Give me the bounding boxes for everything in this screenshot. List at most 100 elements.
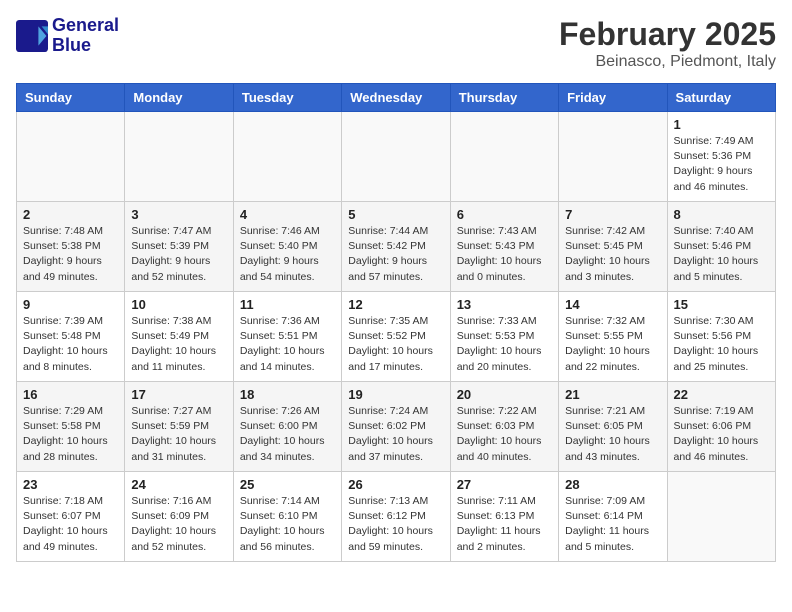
table-row: 16 Sunrise: 7:29 AM Sunset: 5:58 PM Dayli… xyxy=(17,382,125,472)
day-number: 12 xyxy=(348,297,443,312)
month-year: February 2025 xyxy=(559,16,776,53)
table-row: 13 Sunrise: 7:33 AM Sunset: 5:53 PM Dayli… xyxy=(450,292,558,382)
calendar-week-1: 1 Sunrise: 7:49 AM Sunset: 5:36 PM Daylig… xyxy=(17,112,776,202)
day-number: 2 xyxy=(23,207,118,222)
col-thursday: Thursday xyxy=(450,84,558,112)
day-info: Sunrise: 7:18 AM Sunset: 6:07 PM Dayligh… xyxy=(23,494,118,555)
day-info: Sunrise: 7:35 AM Sunset: 5:52 PM Dayligh… xyxy=(348,314,443,375)
header: General Blue February 2025 Beinasco, Pie… xyxy=(16,16,776,71)
header-row: Sunday Monday Tuesday Wednesday Thursday… xyxy=(17,84,776,112)
table-row: 17 Sunrise: 7:27 AM Sunset: 5:59 PM Dayli… xyxy=(125,382,233,472)
table-row: 20 Sunrise: 7:22 AM Sunset: 6:03 PM Dayli… xyxy=(450,382,558,472)
month-title: February 2025 Beinasco, Piedmont, Italy xyxy=(559,16,776,71)
day-info: Sunrise: 7:19 AM Sunset: 6:06 PM Dayligh… xyxy=(674,404,769,465)
day-info: Sunrise: 7:11 AM Sunset: 6:13 PM Dayligh… xyxy=(457,494,552,555)
day-number: 10 xyxy=(131,297,226,312)
day-number: 5 xyxy=(348,207,443,222)
day-info: Sunrise: 7:24 AM Sunset: 6:02 PM Dayligh… xyxy=(348,404,443,465)
day-info: Sunrise: 7:32 AM Sunset: 5:55 PM Dayligh… xyxy=(565,314,660,375)
day-info: Sunrise: 7:09 AM Sunset: 6:14 PM Dayligh… xyxy=(565,494,660,555)
day-info: Sunrise: 7:21 AM Sunset: 6:05 PM Dayligh… xyxy=(565,404,660,465)
table-row xyxy=(17,112,125,202)
day-number: 16 xyxy=(23,387,118,402)
table-row xyxy=(667,472,775,562)
day-number: 1 xyxy=(674,117,769,132)
table-row: 8Sunrise: 7:40 AM Sunset: 5:46 PM Daylig… xyxy=(667,202,775,292)
day-number: 28 xyxy=(565,477,660,492)
table-row: 7 Sunrise: 7:42 AM Sunset: 5:45 PM Daylig… xyxy=(559,202,667,292)
day-number: 4 xyxy=(240,207,335,222)
table-row xyxy=(125,112,233,202)
calendar-week-4: 16 Sunrise: 7:29 AM Sunset: 5:58 PM Dayli… xyxy=(17,382,776,472)
table-row: 12 Sunrise: 7:35 AM Sunset: 5:52 PM Dayli… xyxy=(342,292,450,382)
day-number: 22 xyxy=(674,387,769,402)
day-number: 24 xyxy=(131,477,226,492)
day-info: Sunrise: 7:44 AM Sunset: 5:42 PM Dayligh… xyxy=(348,224,443,285)
table-row: 27 Sunrise: 7:11 AM Sunset: 6:13 PM Dayli… xyxy=(450,472,558,562)
day-info: Sunrise: 7:39 AM Sunset: 5:48 PM Dayligh… xyxy=(23,314,118,375)
day-number: 7 xyxy=(565,207,660,222)
col-friday: Friday xyxy=(559,84,667,112)
day-number: 6 xyxy=(457,207,552,222)
col-tuesday: Tuesday xyxy=(233,84,341,112)
table-row: 11Sunrise: 7:36 AM Sunset: 5:51 PM Dayli… xyxy=(233,292,341,382)
day-number: 15 xyxy=(674,297,769,312)
table-row: 10 Sunrise: 7:38 AM Sunset: 5:49 PM Dayli… xyxy=(125,292,233,382)
calendar-week-3: 9 Sunrise: 7:39 AM Sunset: 5:48 PM Daylig… xyxy=(17,292,776,382)
table-row xyxy=(233,112,341,202)
table-row: 14 Sunrise: 7:32 AM Sunset: 5:55 PM Dayli… xyxy=(559,292,667,382)
day-info: Sunrise: 7:22 AM Sunset: 6:03 PM Dayligh… xyxy=(457,404,552,465)
day-number: 9 xyxy=(23,297,118,312)
table-row: 3 Sunrise: 7:47 AM Sunset: 5:39 PM Daylig… xyxy=(125,202,233,292)
table-row: 1 Sunrise: 7:49 AM Sunset: 5:36 PM Daylig… xyxy=(667,112,775,202)
day-number: 27 xyxy=(457,477,552,492)
day-number: 20 xyxy=(457,387,552,402)
day-number: 14 xyxy=(565,297,660,312)
calendar-week-2: 2Sunrise: 7:48 AM Sunset: 5:38 PM Daylig… xyxy=(17,202,776,292)
day-number: 26 xyxy=(348,477,443,492)
table-row: 4 Sunrise: 7:46 AM Sunset: 5:40 PM Daylig… xyxy=(233,202,341,292)
day-number: 19 xyxy=(348,387,443,402)
table-row: 9 Sunrise: 7:39 AM Sunset: 5:48 PM Daylig… xyxy=(17,292,125,382)
day-info: Sunrise: 7:49 AM Sunset: 5:36 PM Dayligh… xyxy=(674,134,769,195)
day-info: Sunrise: 7:42 AM Sunset: 5:45 PM Dayligh… xyxy=(565,224,660,285)
table-row: 19 Sunrise: 7:24 AM Sunset: 6:02 PM Dayli… xyxy=(342,382,450,472)
day-info: Sunrise: 7:33 AM Sunset: 5:53 PM Dayligh… xyxy=(457,314,552,375)
table-row: 15Sunrise: 7:30 AM Sunset: 5:56 PM Dayli… xyxy=(667,292,775,382)
col-monday: Monday xyxy=(125,84,233,112)
day-number: 11 xyxy=(240,297,335,312)
table-row: 22 Sunrise: 7:19 AM Sunset: 6:06 PM Dayli… xyxy=(667,382,775,472)
day-number: 3 xyxy=(131,207,226,222)
day-number: 25 xyxy=(240,477,335,492)
table-row xyxy=(559,112,667,202)
day-number: 21 xyxy=(565,387,660,402)
day-info: Sunrise: 7:27 AM Sunset: 5:59 PM Dayligh… xyxy=(131,404,226,465)
day-number: 18 xyxy=(240,387,335,402)
day-info: Sunrise: 7:16 AM Sunset: 6:09 PM Dayligh… xyxy=(131,494,226,555)
calendar-body: 1 Sunrise: 7:49 AM Sunset: 5:36 PM Daylig… xyxy=(17,112,776,562)
day-number: 13 xyxy=(457,297,552,312)
table-row: 5 Sunrise: 7:44 AM Sunset: 5:42 PM Daylig… xyxy=(342,202,450,292)
table-row: 28 Sunrise: 7:09 AM Sunset: 6:14 PM Dayli… xyxy=(559,472,667,562)
col-saturday: Saturday xyxy=(667,84,775,112)
table-row xyxy=(342,112,450,202)
table-row xyxy=(450,112,558,202)
col-wednesday: Wednesday xyxy=(342,84,450,112)
table-row: 6Sunrise: 7:43 AM Sunset: 5:43 PM Daylig… xyxy=(450,202,558,292)
day-info: Sunrise: 7:29 AM Sunset: 5:58 PM Dayligh… xyxy=(23,404,118,465)
table-row: 2Sunrise: 7:48 AM Sunset: 5:38 PM Daylig… xyxy=(17,202,125,292)
table-row: 21 Sunrise: 7:21 AM Sunset: 6:05 PM Dayli… xyxy=(559,382,667,472)
day-info: Sunrise: 7:14 AM Sunset: 6:10 PM Dayligh… xyxy=(240,494,335,555)
calendar-table: Sunday Monday Tuesday Wednesday Thursday… xyxy=(16,83,776,562)
day-number: 17 xyxy=(131,387,226,402)
table-row: 24 Sunrise: 7:16 AM Sunset: 6:09 PM Dayli… xyxy=(125,472,233,562)
day-number: 23 xyxy=(23,477,118,492)
day-info: Sunrise: 7:26 AM Sunset: 6:00 PM Dayligh… xyxy=(240,404,335,465)
col-sunday: Sunday xyxy=(17,84,125,112)
day-info: Sunrise: 7:38 AM Sunset: 5:49 PM Dayligh… xyxy=(131,314,226,375)
table-row: 18 Sunrise: 7:26 AM Sunset: 6:00 PM Dayli… xyxy=(233,382,341,472)
logo-line2: Blue xyxy=(52,36,119,56)
day-info: Sunrise: 7:47 AM Sunset: 5:39 PM Dayligh… xyxy=(131,224,226,285)
day-info: Sunrise: 7:46 AM Sunset: 5:40 PM Dayligh… xyxy=(240,224,335,285)
calendar-header: Sunday Monday Tuesday Wednesday Thursday… xyxy=(17,84,776,112)
